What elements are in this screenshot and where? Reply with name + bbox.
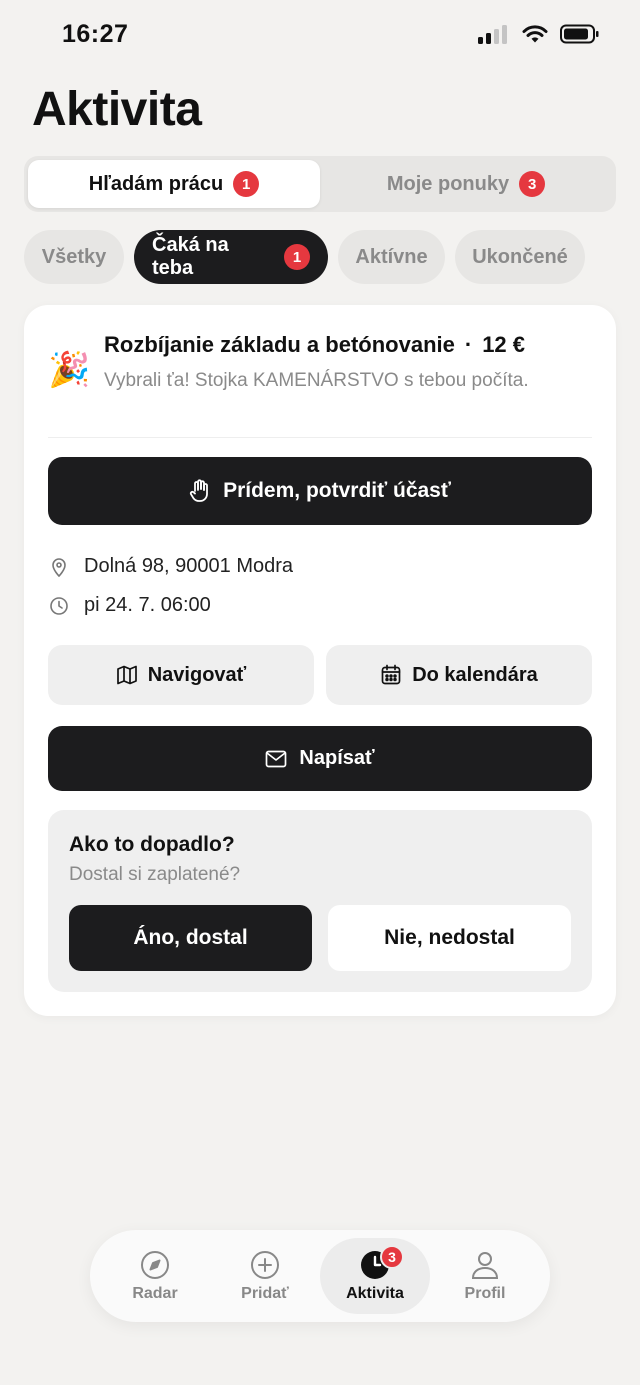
calendar-icon <box>381 664 401 685</box>
tab-profil[interactable]: Profil <box>430 1238 540 1314</box>
button-label: Do kalendára <box>412 663 538 686</box>
title-separator: · <box>464 332 473 357</box>
filter-chip-ukoncene[interactable]: Ukončené <box>455 230 585 284</box>
add-to-calendar-button[interactable]: Do kalendára <box>326 645 592 705</box>
feedback-title: Ako to dopadlo? <box>69 833 235 856</box>
filter-chip-vsetky[interactable]: Všetky <box>24 230 124 284</box>
chip-label: Aktívne <box>355 245 428 268</box>
status-bar: 16:27 <box>0 0 640 72</box>
divider <box>48 437 592 438</box>
tab-pridat[interactable]: Pridať <box>210 1238 320 1314</box>
job-title: Rozbíjanie základu a betónovanie <box>104 332 455 357</box>
yes-paid-button[interactable]: Áno, dostal <box>69 905 312 971</box>
chip-label: Všetky <box>41 245 107 268</box>
party-popper-icon: 🎉 <box>48 351 91 389</box>
status-icons <box>478 24 600 44</box>
signal-icon <box>478 25 507 44</box>
count-badge: 1 <box>284 244 310 270</box>
feedback-subtitle: Dostal si zaplatené? <box>69 864 241 885</box>
tab-label: Hľadám prácu <box>88 172 224 195</box>
job-datetime: pi 24. 7. 06:00 <box>84 594 211 616</box>
button-label: Napísať <box>299 747 375 769</box>
job-subtitle: Vybrali ťa! Stojka KAMENÁRSTVO s tebou p… <box>104 370 529 391</box>
navigate-button[interactable]: Navigovať <box>48 645 314 705</box>
write-message-button[interactable]: Napísať <box>48 726 592 791</box>
filter-chip-aktivne[interactable]: Aktívne <box>338 230 445 284</box>
person-icon <box>471 1252 499 1279</box>
button-label: Navigovať <box>147 663 247 686</box>
page-title: Aktivita <box>32 83 202 136</box>
tab-moje-ponuky[interactable]: Moje ponuky 3 <box>320 160 612 208</box>
job-card: 🎉 Rozbíjanie základu a betónovanie · 12 € … <box>24 305 616 1016</box>
bottom-tab-bar: Radar Pridať 3 Aktivita Profil <box>90 1230 550 1322</box>
filter-chip-caka-na-teba[interactable]: Čaká na teba 1 <box>134 230 328 284</box>
location-pin-icon <box>52 557 66 577</box>
chip-label: Ukončené <box>472 245 568 268</box>
datetime-row: pi 24. 7. 06:00 <box>48 594 211 617</box>
tab-aktivita[interactable]: 3 Aktivita <box>320 1238 430 1314</box>
filter-chips: Všetky Čaká na teba 1 Aktívne Ukončené <box>24 230 585 284</box>
address-row: Dolná 98, 90001 Modra <box>48 555 293 578</box>
job-title-row: Rozbíjanie základu a betónovanie · 12 € <box>104 332 525 358</box>
status-time: 16:27 <box>62 20 129 48</box>
not-paid-button[interactable]: Nie, nedostal <box>328 905 571 971</box>
job-address: Dolná 98, 90001 Modra <box>84 555 294 577</box>
plus-circle-icon <box>251 1251 279 1279</box>
tab-label: Aktivita <box>346 1285 404 1302</box>
payment-feedback-box: Ako to dopadlo? Dostal si zaplatené? Áno… <box>48 810 592 992</box>
count-badge: 3 <box>519 171 546 197</box>
tab-badge: 3 <box>380 1245 404 1269</box>
tab-hladam-pracu[interactable]: Hľadám prácu 1 <box>28 160 320 208</box>
count-badge: 1 <box>233 171 260 197</box>
map-icon <box>116 665 137 685</box>
segmented-control: Hľadám prácu 1 Moje ponuky 3 <box>24 156 616 212</box>
tab-label: Profil <box>464 1285 506 1302</box>
tab-label: Moje ponuky <box>386 172 510 195</box>
envelope-icon <box>266 750 287 767</box>
wifi-icon <box>522 25 548 43</box>
hand-icon <box>190 479 208 502</box>
confirm-attendance-button[interactable]: Prídem, potvrdiť účasť <box>48 457 592 525</box>
tab-label: Pridať <box>241 1285 289 1302</box>
clock-icon <box>50 596 68 615</box>
job-price: 12 € <box>482 332 526 357</box>
chip-label: Čaká na teba <box>152 234 229 279</box>
battery-icon <box>560 24 599 44</box>
compass-icon <box>141 1251 169 1279</box>
tab-radar[interactable]: Radar <box>100 1238 210 1314</box>
button-label: Prídem, potvrdiť účasť <box>223 479 451 502</box>
tab-label: Radar <box>132 1285 178 1302</box>
